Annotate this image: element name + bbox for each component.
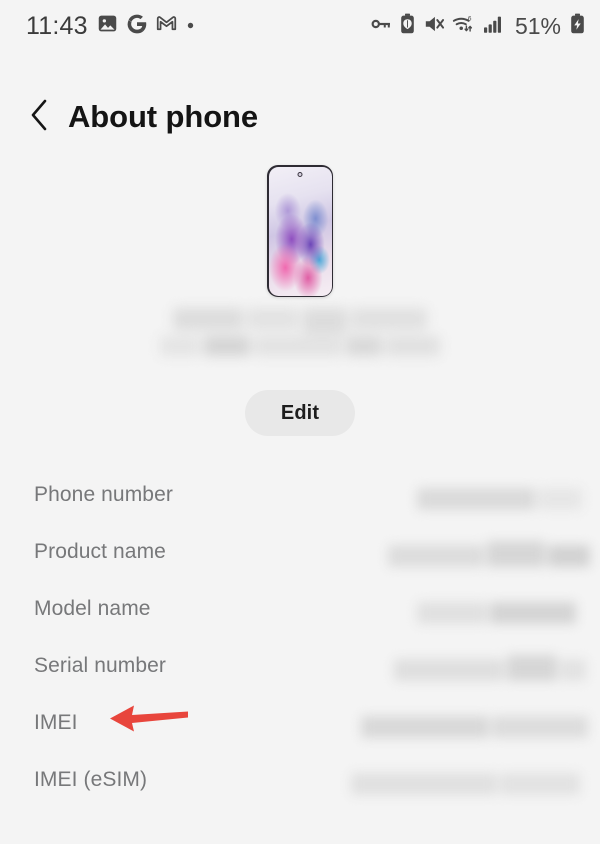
phone-wallpaper xyxy=(268,166,332,296)
google-icon xyxy=(127,14,147,39)
redaction-block xyxy=(254,336,342,356)
redaction-block xyxy=(417,487,535,510)
info-row-label: Model name xyxy=(34,596,151,620)
back-chevron-icon[interactable] xyxy=(28,98,50,137)
redaction-block xyxy=(361,715,489,738)
page-header: About phone xyxy=(0,86,600,148)
info-row-value-redacted xyxy=(394,651,586,681)
redaction-block xyxy=(351,772,497,795)
redaction-block xyxy=(386,336,440,356)
edit-device-name-button[interactable]: Edit xyxy=(245,390,355,436)
info-row-label: Phone number xyxy=(34,482,173,506)
status-bar-left: 11:43 xyxy=(26,12,195,41)
info-row-product-name[interactable]: Product name xyxy=(0,523,600,580)
info-row-serial-number[interactable]: Serial number xyxy=(0,637,600,694)
info-row-label: Product name xyxy=(34,539,166,563)
redaction-block xyxy=(346,336,382,356)
redaction-block xyxy=(548,544,590,567)
redaction-block xyxy=(351,308,427,330)
redaction-block xyxy=(247,308,299,330)
redaction-block xyxy=(173,308,243,330)
about-phone-screen: 11:43 6 51% About phone Edit Phone numbe… xyxy=(0,0,600,844)
redaction-block xyxy=(487,540,545,567)
vpn-key-icon xyxy=(370,13,392,40)
info-row-label: IMEI xyxy=(34,710,78,734)
battery-charging-icon xyxy=(569,13,586,39)
status-bar-clock: 11:43 xyxy=(26,11,88,40)
info-row-value-redacted xyxy=(388,537,590,567)
redaction-block xyxy=(204,336,250,356)
redaction-block xyxy=(303,308,347,334)
device-name-redacted xyxy=(0,308,600,356)
device-hero xyxy=(0,165,600,297)
info-row-value-redacted xyxy=(351,765,580,795)
status-bar: 11:43 6 51% xyxy=(0,0,600,52)
redaction-block xyxy=(417,601,487,624)
volume-muted-icon xyxy=(423,14,445,39)
photos-icon xyxy=(97,13,118,39)
wifi-6-icon: 6 xyxy=(452,13,476,40)
device-name-line-2 xyxy=(160,336,440,356)
edit-button-container: Edit xyxy=(0,390,600,436)
info-row-value-redacted xyxy=(361,708,588,738)
status-bar-right: 6 51% xyxy=(370,13,586,40)
redaction-block xyxy=(490,601,576,624)
dot-indicator-icon xyxy=(186,17,195,35)
red-arrow-annotation-icon xyxy=(108,698,190,738)
info-row-phone-number[interactable]: Phone number xyxy=(0,466,600,523)
cellular-signal-icon xyxy=(483,14,505,39)
info-row-model-name[interactable]: Model name xyxy=(0,580,600,637)
info-row-value-redacted xyxy=(417,594,576,624)
info-row-label: IMEI (eSIM) xyxy=(34,767,148,791)
info-row-value-redacted xyxy=(417,480,582,510)
page-title: About phone xyxy=(68,99,259,134)
redaction-block xyxy=(394,658,504,681)
redaction-block xyxy=(538,487,582,510)
punch-hole-camera-icon xyxy=(297,171,303,177)
redaction-block xyxy=(492,715,588,738)
redaction-block xyxy=(388,544,484,567)
svg-text:6: 6 xyxy=(468,15,472,22)
info-row-imei-esim[interactable]: IMEI (eSIM) xyxy=(0,751,600,808)
device-name-line-1 xyxy=(173,308,427,334)
info-row-imei[interactable]: IMEI xyxy=(0,694,600,751)
info-row-label: Serial number xyxy=(34,653,167,677)
redaction-block xyxy=(507,654,557,681)
battery-percent-label: 51% xyxy=(514,12,561,39)
redaction-block xyxy=(160,336,200,356)
device-info-list: Phone number Product name Model name Ser… xyxy=(0,466,600,808)
redaction-block xyxy=(500,772,580,795)
gmail-icon xyxy=(156,13,177,39)
device-image xyxy=(0,165,600,297)
redaction-block xyxy=(560,658,586,681)
galaxy-phone-illustration xyxy=(267,165,333,297)
battery-saver-icon xyxy=(399,13,416,39)
